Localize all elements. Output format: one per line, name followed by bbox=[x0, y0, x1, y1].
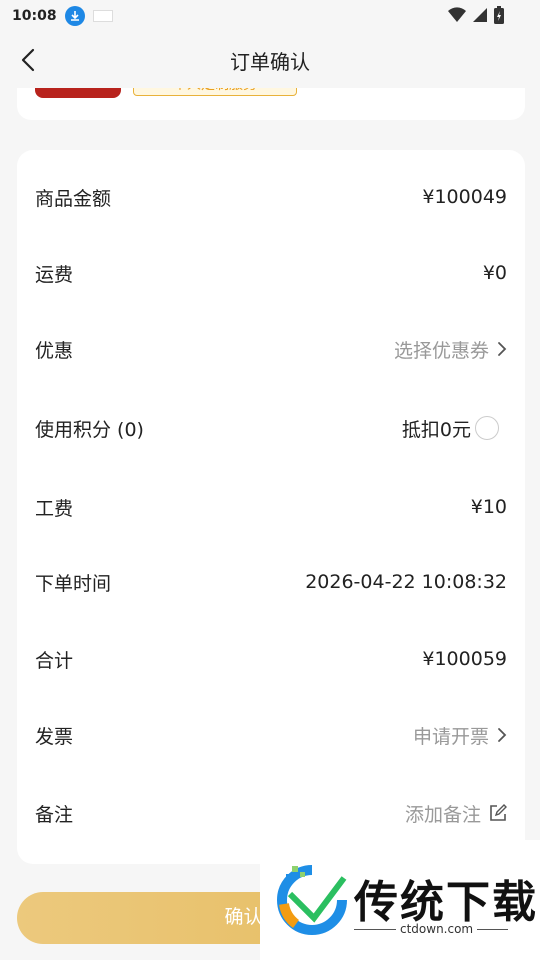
wifi-icon bbox=[448, 7, 466, 23]
remark-label: 备注 bbox=[35, 803, 74, 826]
chevron-right-icon bbox=[497, 727, 507, 743]
row-points: 使用积分 (0) 抵扣0元 bbox=[35, 408, 507, 448]
points-value: 抵扣0元 bbox=[401, 418, 471, 441]
battery-icon bbox=[494, 6, 504, 24]
status-icons bbox=[448, 6, 504, 24]
remark-input[interactable]: 添加备注 bbox=[405, 800, 507, 827]
points-toggle[interactable]: 抵扣0元 bbox=[402, 415, 507, 442]
nav-header: 订单确认 bbox=[0, 32, 540, 88]
total-label: 合计 bbox=[35, 649, 74, 672]
invoice-value: 申请开票 bbox=[412, 725, 489, 748]
labor-value: ¥10 bbox=[470, 496, 507, 518]
watermark-overlay: 传统下载 ctdown.com bbox=[260, 840, 540, 960]
back-button[interactable] bbox=[14, 46, 42, 74]
watermark-logo-icon bbox=[277, 865, 347, 935]
order-detail-card: 商品金额 ¥100049 运费 ¥0 优惠 选择优惠券 使用积分 (0) 抵扣0… bbox=[17, 150, 525, 864]
shipping-label: 运费 bbox=[35, 263, 74, 286]
total-value: ¥100059 bbox=[422, 648, 507, 670]
labor-label: 工费 bbox=[35, 497, 74, 520]
row-order-time: 下单时间 2026-04-22 10:08:32 bbox=[35, 562, 507, 602]
row-remark[interactable]: 备注 添加备注 bbox=[35, 793, 507, 833]
invoice-label: 发票 bbox=[35, 725, 74, 748]
goods-amount-value: ¥100049 bbox=[422, 186, 507, 208]
status-time: 10:08 bbox=[12, 8, 57, 24]
status-bar: 10:08 bbox=[0, 0, 540, 32]
chevron-left-icon bbox=[21, 48, 35, 72]
edit-icon bbox=[489, 804, 507, 822]
points-radio[interactable] bbox=[475, 416, 499, 440]
row-shipping: 运费 ¥0 bbox=[35, 253, 507, 293]
row-total: 合计 ¥100059 bbox=[35, 639, 507, 679]
order-time-value: 2026-04-22 10:08:32 bbox=[305, 571, 507, 593]
discount-value: 选择优惠券 bbox=[393, 339, 489, 362]
goods-amount-label: 商品金额 bbox=[35, 187, 112, 210]
invoice-selector[interactable]: 申请开票 bbox=[413, 722, 507, 749]
shipping-value: ¥0 bbox=[482, 262, 507, 284]
signal-icon bbox=[473, 8, 487, 22]
row-discount[interactable]: 优惠 选择优惠券 bbox=[35, 329, 507, 369]
row-goods-amount: 商品金额 ¥100049 bbox=[35, 177, 507, 217]
remark-value: 添加备注 bbox=[404, 803, 481, 826]
chevron-right-icon bbox=[497, 341, 507, 357]
app-notification-icon bbox=[92, 10, 113, 22]
row-labor: 工费 ¥10 bbox=[35, 487, 507, 527]
discount-label: 优惠 bbox=[35, 339, 74, 362]
watermark-brand: 传统下载 bbox=[354, 877, 538, 928]
points-label: 使用积分 (0) bbox=[35, 418, 144, 441]
download-icon bbox=[64, 6, 85, 26]
order-time-label: 下单时间 bbox=[35, 572, 112, 595]
page-title: 订单确认 bbox=[230, 49, 310, 74]
row-invoice[interactable]: 发票 申请开票 bbox=[35, 715, 507, 755]
discount-selector[interactable]: 选择优惠券 bbox=[394, 336, 507, 363]
watermark-domain: ctdown.com bbox=[396, 922, 478, 936]
